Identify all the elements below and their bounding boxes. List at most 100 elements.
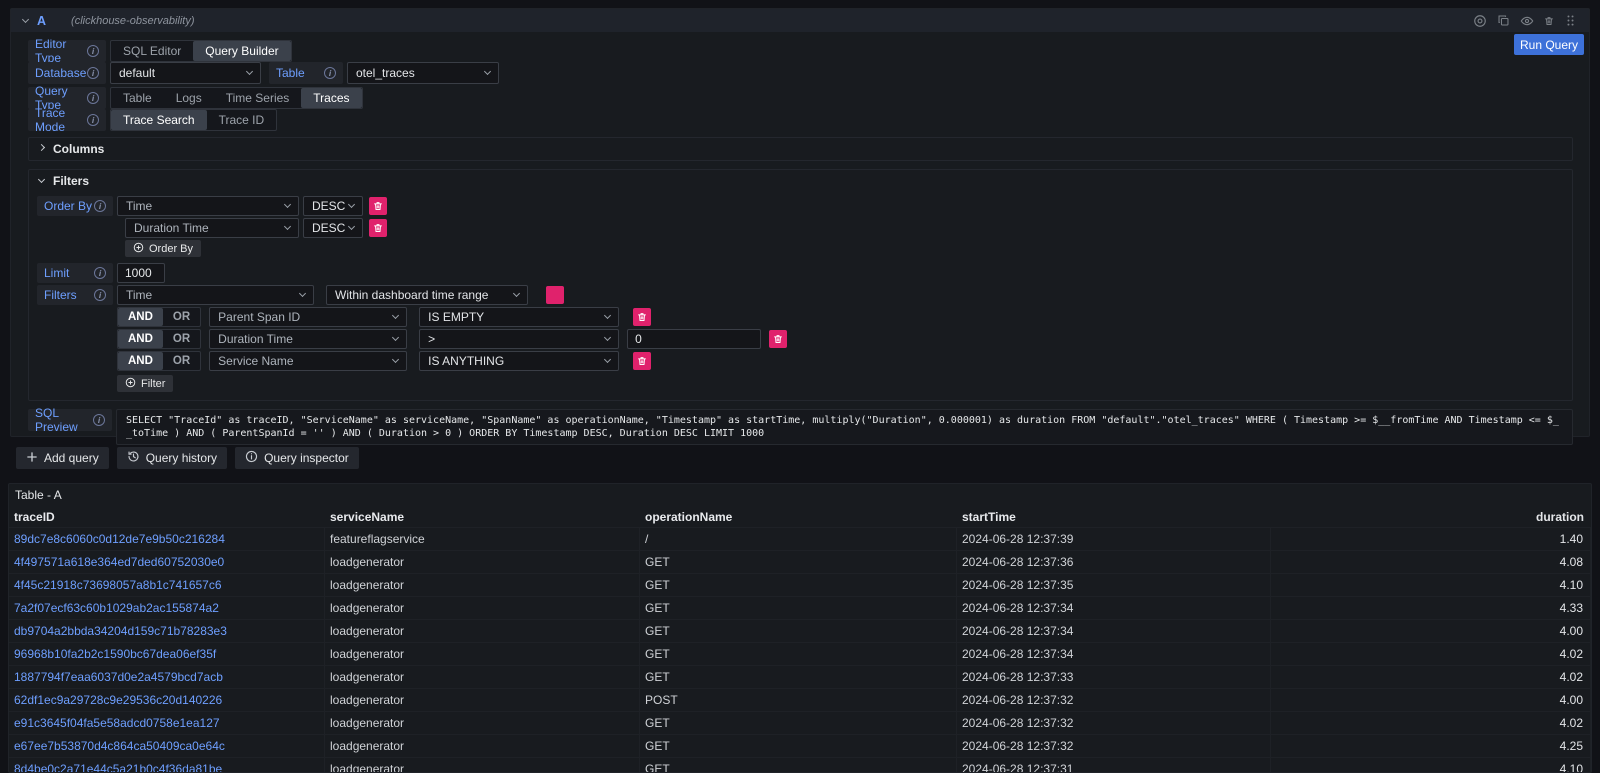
database-select[interactable]: default	[110, 62, 261, 84]
table-cell: GET	[640, 574, 957, 597]
trace-id-link[interactable]: 1887794f7eaa6037d0e2a4579bcd7acb	[9, 666, 325, 689]
select[interactable]: Service Name	[209, 351, 407, 371]
history-icon	[127, 450, 140, 466]
table-cell: 2024-06-28 12:37:33	[957, 666, 1271, 689]
database-label: Database i	[28, 62, 106, 84]
query-type-toggle: TableLogsTime SeriesTraces	[110, 87, 363, 109]
trace-id-link[interactable]: 62df1ec9a29728c9e29536c20d140226	[9, 689, 325, 712]
select[interactable]: Duration Time	[125, 218, 299, 238]
option-query-builder[interactable]: Query Builder	[193, 41, 290, 61]
filter-field-select[interactable]: Time	[117, 285, 314, 305]
select[interactable]: Duration Time	[209, 329, 407, 349]
trace-id-link[interactable]: e67ee7b53870d4c864ca50409ca0e64c	[9, 735, 325, 758]
column-header-starttime[interactable]: startTime	[957, 506, 1271, 528]
order-by-row: Order ByiTimeDESC	[37, 196, 1572, 216]
option-traces[interactable]: Traces	[301, 88, 361, 108]
delete-button[interactable]	[633, 352, 651, 370]
add-query-button[interactable]: Add query	[16, 447, 109, 469]
delete-filter-button[interactable]	[546, 286, 564, 304]
table-cell: loadgenerator	[325, 597, 640, 620]
option-and[interactable]: AND	[118, 352, 163, 370]
query-history-button[interactable]: Query history	[117, 447, 227, 469]
delete-button[interactable]	[769, 330, 787, 348]
filter-condition-rows: ANDORParent Span IDIS EMPTYANDORDuration…	[37, 307, 1572, 371]
add-query-label: Add query	[44, 451, 99, 465]
select[interactable]: DESC	[303, 196, 363, 216]
table-row: db9704a2bbda34204d159c71b78283e3loadgene…	[9, 620, 1591, 643]
trace-id-link[interactable]: 7a2f07ecf63c60b1029ab2ac155874a2	[9, 597, 325, 620]
delete-button[interactable]	[633, 308, 651, 326]
column-header-operationname[interactable]: operationName	[640, 506, 957, 528]
filters-section-header[interactable]: Filters	[29, 170, 1572, 192]
chevron-down-icon	[604, 334, 611, 341]
trash-icon[interactable]	[1544, 16, 1554, 26]
filter-value-input[interactable]	[627, 329, 761, 349]
select[interactable]: Parent Span ID	[209, 307, 407, 327]
select[interactable]: DESC	[303, 218, 363, 238]
datasource-name: (clickhouse-observability)	[71, 15, 195, 27]
table-cell: 2024-06-28 12:37:36	[957, 551, 1271, 574]
limit-input[interactable]	[117, 263, 165, 283]
table-cell: 4.10	[1271, 574, 1591, 597]
option-sql-editor[interactable]: SQL Editor	[111, 41, 193, 61]
table-header-row: traceIDserviceNameoperationNamestartTime…	[9, 506, 1591, 528]
option-and[interactable]: AND	[118, 308, 163, 326]
query-row-actions	[1473, 14, 1577, 28]
option-or[interactable]: OR	[163, 308, 200, 326]
table-cell: 2024-06-28 12:37:34	[957, 643, 1271, 666]
table-cell: GET	[640, 712, 957, 735]
delete-button[interactable]	[369, 197, 387, 215]
eye-icon[interactable]	[1520, 14, 1534, 28]
table-row: 89dc7e8c6060c0d12de7e9b50c216284featuref…	[9, 528, 1591, 551]
column-header-servicename[interactable]: serviceName	[325, 506, 640, 528]
trace-id-link[interactable]: 8d4be0c2a71e44c5a21b0c4f36da81be	[9, 758, 325, 773]
option-or[interactable]: OR	[163, 330, 200, 348]
table-select[interactable]: otel_traces	[347, 62, 499, 84]
trace-id-link[interactable]: db9704a2bbda34204d159c71b78283e3	[9, 620, 325, 643]
option-time-series[interactable]: Time Series	[214, 88, 302, 108]
add-filter-button[interactable]: Filter	[117, 375, 173, 392]
table-cell: loadgenerator	[325, 666, 640, 689]
table-cell: 4.08	[1271, 551, 1591, 574]
option-or[interactable]: OR	[163, 352, 200, 370]
plus-circle-icon	[125, 377, 136, 391]
select[interactable]: >	[419, 329, 619, 349]
plus-icon	[26, 451, 38, 466]
trace-id-link[interactable]: 89dc7e8c6060c0d12de7e9b50c216284	[9, 528, 325, 551]
sql-preview-label-text: SQL Preview	[35, 406, 93, 434]
option-trace-id[interactable]: Trace ID	[207, 110, 277, 130]
trace-id-link[interactable]: 4f497571a618e364ed7ded60752030e0	[9, 551, 325, 574]
table-body: 89dc7e8c6060c0d12de7e9b50c216284featuref…	[9, 528, 1591, 773]
select-value: >	[428, 332, 435, 346]
select[interactable]: Time	[117, 196, 299, 216]
select[interactable]: IS ANYTHING	[419, 351, 619, 371]
limit-row: Limit i	[37, 263, 1572, 283]
collapse-chevron-down-icon[interactable]	[22, 15, 29, 22]
option-and[interactable]: AND	[118, 330, 163, 348]
trace-id-link[interactable]: 4f45c21918c73698057a8b1c741657c6	[9, 574, 325, 597]
trace-id-link[interactable]: 96968b10fa2b2c1590bc67dea06ef35f	[9, 643, 325, 666]
table-cell: 2024-06-28 12:37:32	[957, 712, 1271, 735]
query-editor-body: Editor Type i SQL EditorQuery Builder Da…	[11, 32, 1589, 445]
option-trace-search[interactable]: Trace Search	[111, 110, 207, 130]
query-row-header[interactable]: A (clickhouse-observability)	[11, 9, 1589, 32]
option-logs[interactable]: Logs	[164, 88, 214, 108]
column-header-traceid[interactable]: traceID	[9, 506, 325, 528]
filter-operator-select[interactable]: Within dashboard time range	[326, 285, 528, 305]
option-table[interactable]: Table	[111, 88, 164, 108]
help-circle-icon[interactable]	[1473, 14, 1487, 28]
database-value: default	[119, 66, 155, 80]
column-header-duration[interactable]: duration	[1271, 506, 1591, 528]
table-cell: 4.10	[1271, 758, 1591, 773]
delete-button[interactable]	[369, 219, 387, 237]
order-by-rows: Order ByiTimeDESCDuration TimeDESC	[37, 196, 1572, 238]
query-inspector-button[interactable]: Query inspector	[235, 447, 359, 469]
duplicate-icon[interactable]	[1497, 14, 1510, 27]
conjunction-toggle: ANDOR	[117, 329, 201, 349]
select[interactable]: IS EMPTY	[419, 307, 619, 327]
trace-id-link[interactable]: e91c3645f04fa5e58adcd0758e1ea127	[9, 712, 325, 735]
columns-section-header[interactable]: Columns	[29, 138, 1572, 160]
add-order-by-button[interactable]: Order By	[125, 240, 201, 257]
drag-handle-icon[interactable]	[1564, 14, 1577, 27]
database-table-row: Database i default Table i otel_traces	[28, 62, 1573, 84]
